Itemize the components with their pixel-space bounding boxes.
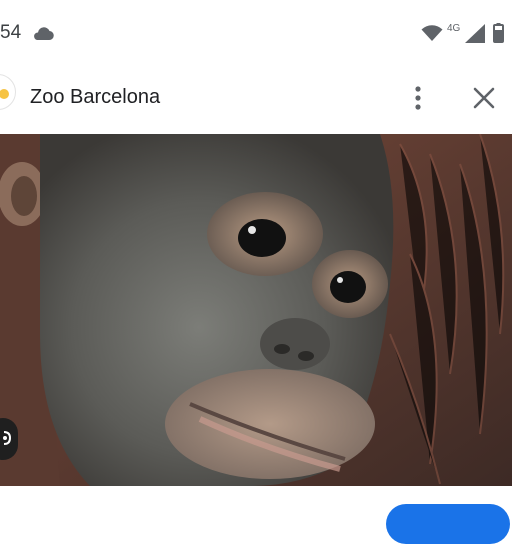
- orangutan-illustration: [0, 134, 512, 486]
- signal-icon: [465, 24, 485, 43]
- network-type-label: 4G: [447, 23, 461, 34]
- site-avatar-icon: [0, 74, 16, 110]
- more-vert-icon: [415, 86, 421, 110]
- bottom-action-area: [0, 486, 512, 544]
- cloud-icon: [34, 27, 54, 41]
- status-time: 54: [0, 22, 22, 43]
- close-icon: [473, 87, 495, 109]
- status-bar: 54 4G: [0, 0, 512, 66]
- battery-icon: [493, 23, 504, 43]
- wifi-icon: [421, 25, 443, 41]
- lens-icon: [3, 431, 12, 445]
- more-options-button[interactable]: [404, 82, 432, 114]
- close-button[interactable]: [468, 82, 500, 114]
- visit-button[interactable]: [386, 504, 510, 544]
- page-title: Zoo Barcelona: [30, 86, 161, 108]
- orangutan-photo: [0, 134, 512, 486]
- app-header: Zoo Barcelona: [0, 66, 512, 134]
- avatar-logo-dot: [0, 89, 9, 99]
